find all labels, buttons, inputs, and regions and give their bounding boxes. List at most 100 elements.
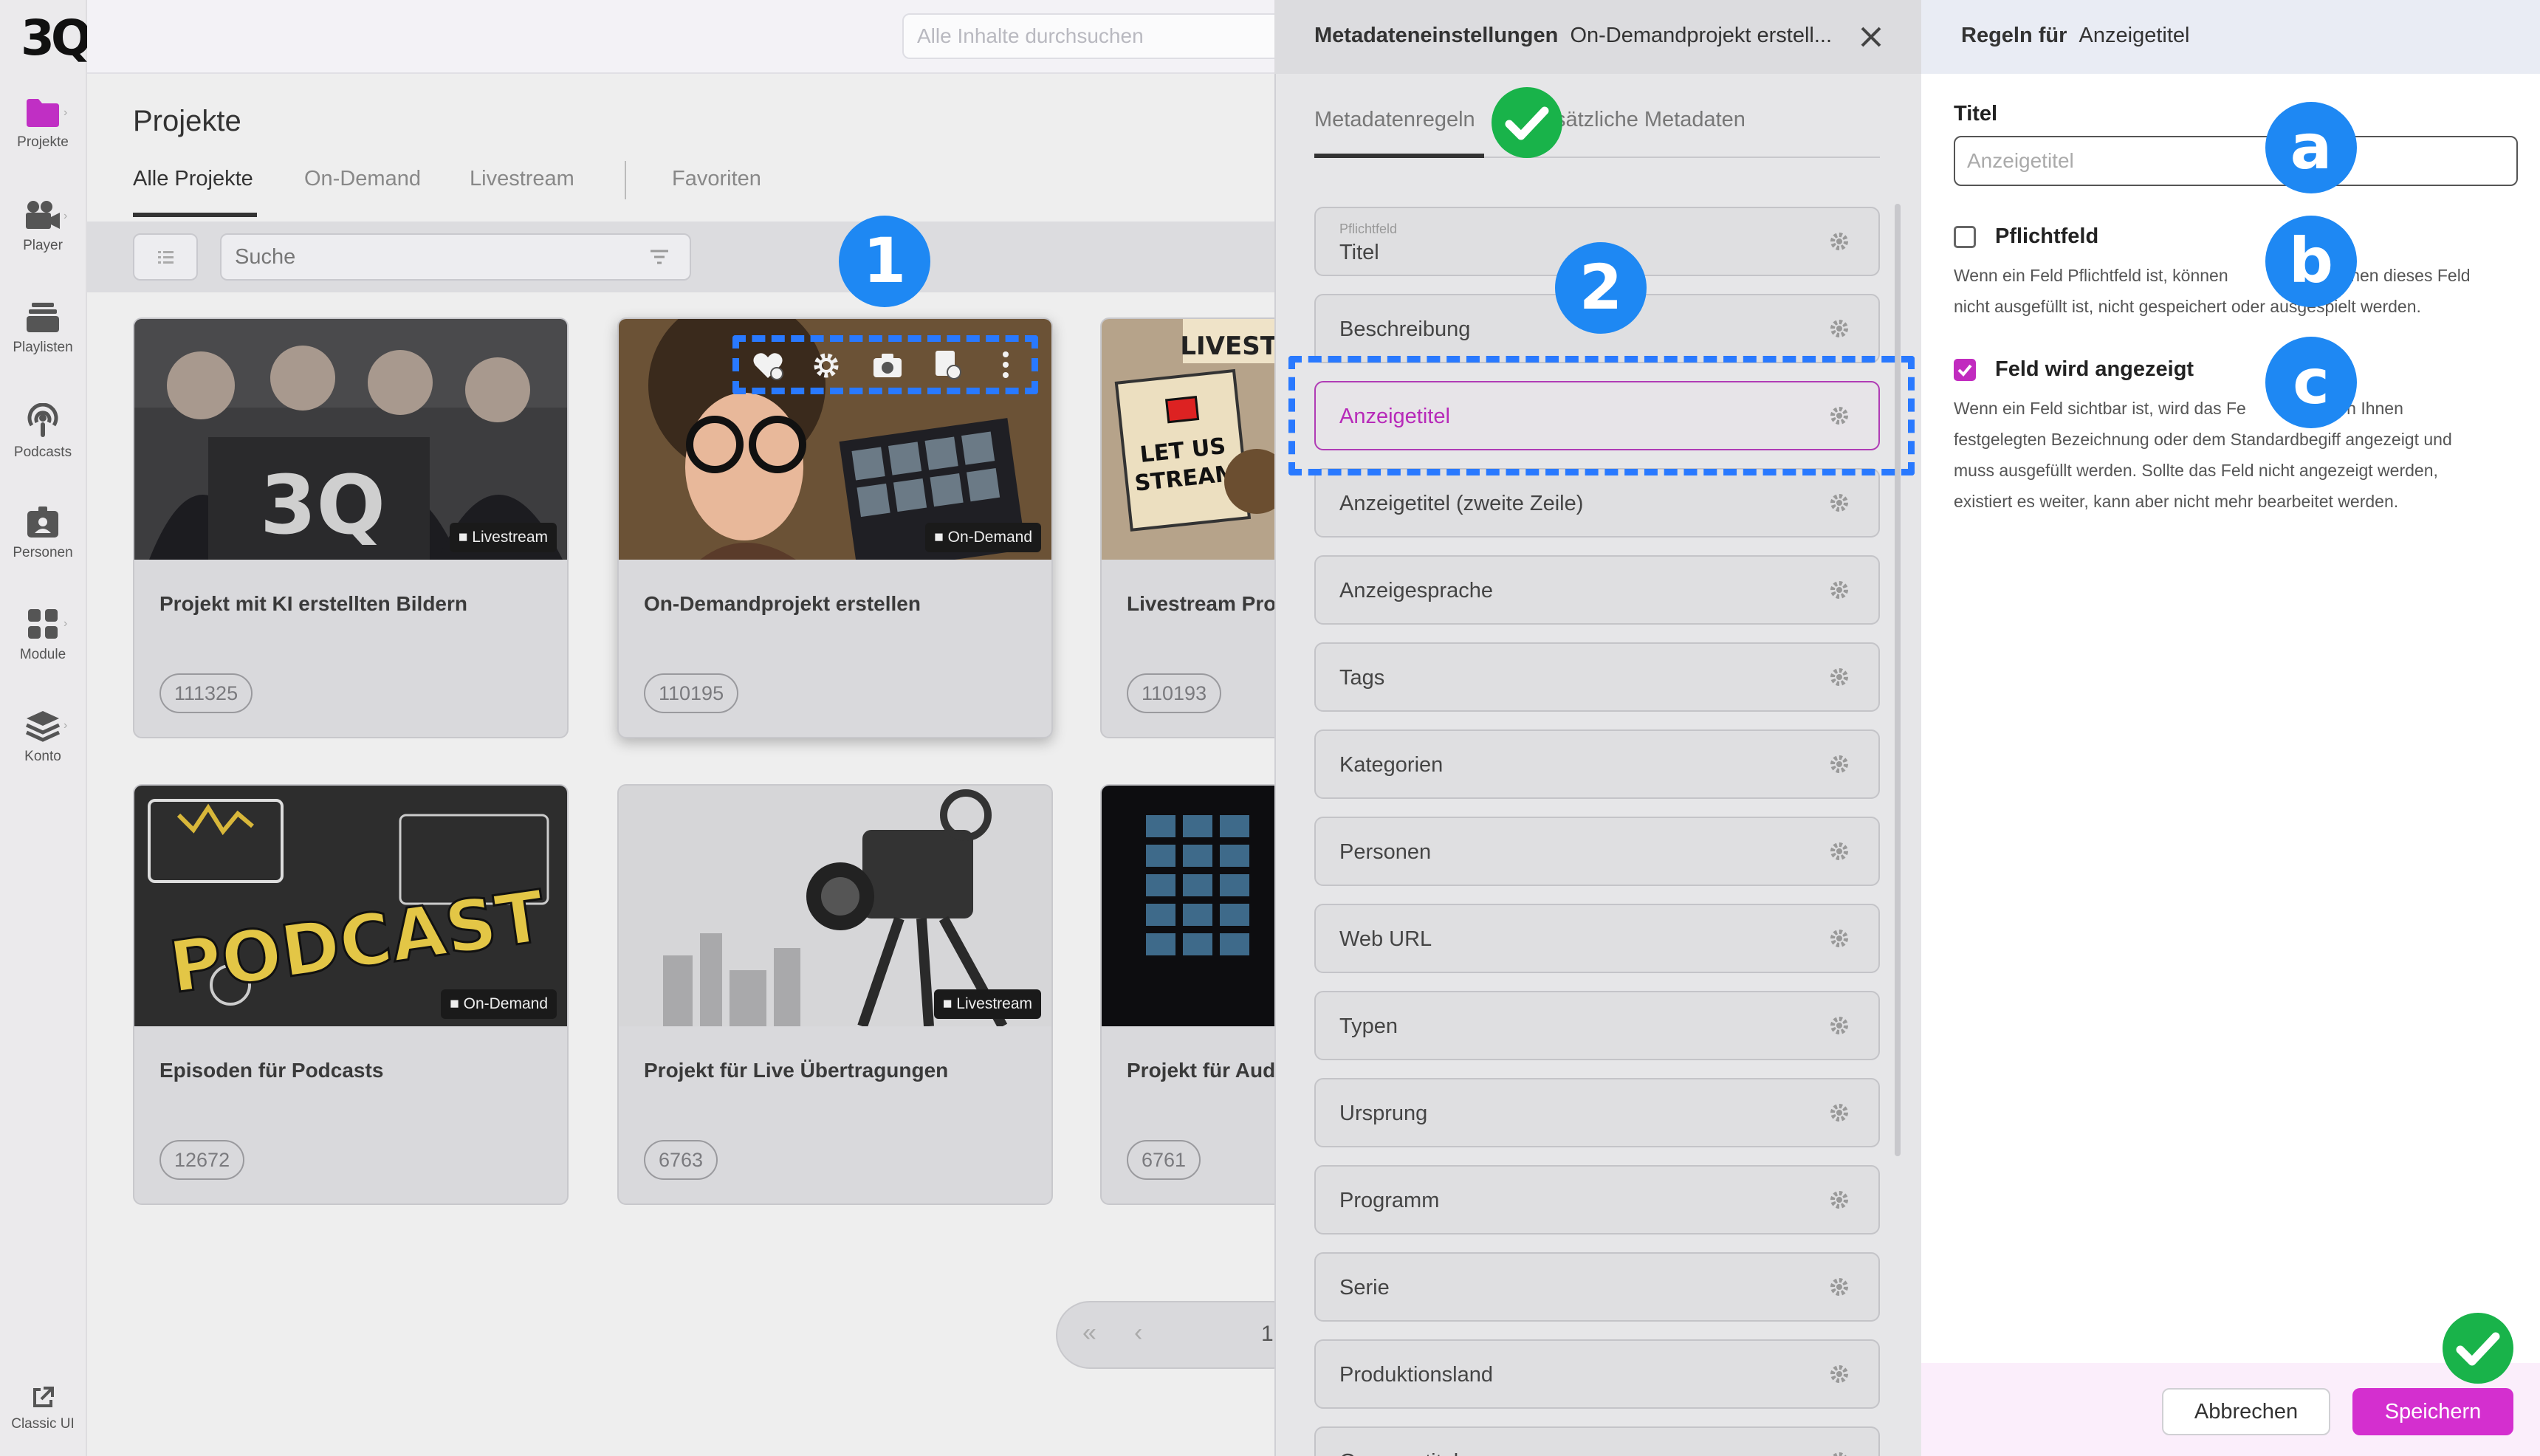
sidebar-item-podcasts[interactable]: Podcasts [0,403,86,461]
sidebar-item-label: Projekte [17,134,69,150]
display-title-input[interactable]: Anzeigetitel [1954,136,2518,186]
project-title: Projekt mit KI erstellten Bildern [159,592,467,615]
metadata-field-row[interactable]: Gesangstitel [1314,1426,1880,1456]
field-label: Anzeigesprache [1339,579,1493,602]
metadata-field-row[interactable]: Anzeigetitel (zweite Zeile) [1314,468,1880,538]
sidebar-item-label: Module [19,647,66,662]
gear-icon[interactable] [1828,1450,1850,1456]
gear-icon[interactable] [1828,1189,1850,1211]
metadata-field-row[interactable]: Personen [1314,817,1880,886]
filter-icon[interactable] [648,247,670,267]
tab-favoriten[interactable]: Favoriten [672,167,761,191]
list-icon [158,251,174,264]
required-hint: Pflichtfeld [1339,222,1398,236]
modules-icon [28,609,58,639]
field-rules-panel [1921,0,2540,1456]
person-badge-icon [27,506,58,538]
field-label: Tags [1339,666,1385,690]
thumbnail-logo-text: 3Q [260,458,385,552]
field-label: Titel [1339,241,1379,264]
folder-icon [27,99,59,127]
gear-icon[interactable] [1828,1014,1850,1037]
metadata-panel-title: Metadateneinstellungen On-Demandprojekt … [1314,24,1833,47]
sidebar-item-label: Playlisten [13,340,73,355]
metadata-field-row[interactable]: Kategorien [1314,729,1880,799]
chevron-right-icon: › [64,617,68,630]
metadata-field-row[interactable]: Tags [1314,642,1880,712]
metadata-field-row[interactable]: Ursprung [1314,1078,1880,1147]
checkmark-icon [1492,87,1562,158]
sidebar-item-konto[interactable]: › Konto [0,709,86,765]
gear-icon[interactable] [1828,230,1850,253]
sidebar-item-projekte[interactable]: › Projekte [0,96,86,151]
field-label: Ursprung [1339,1102,1428,1125]
tab-metadatenregeln[interactable]: Metadatenregeln [1314,108,1475,132]
brand-logo[interactable]: 3Q [21,9,92,68]
external-link-icon [33,1387,54,1407]
sidebar-item-personen[interactable]: Personen [0,505,86,561]
step-marker-2: 2 [1555,242,1647,334]
gear-icon[interactable] [1828,1363,1850,1385]
list-view-button[interactable] [133,233,198,281]
cancel-button[interactable]: Abbrechen [2162,1388,2330,1435]
save-button[interactable]: Speichern [2352,1388,2513,1435]
gear-icon[interactable] [1828,1276,1850,1298]
metadata-field-row[interactable]: Programm [1314,1165,1880,1234]
metadata-field-row[interactable]: Web URL [1314,904,1880,973]
metadata-field-row[interactable]: Typen [1314,991,1880,1060]
chevron-right-icon: › [64,719,68,732]
project-card[interactable]: 3Q ■ Livestream Projekt mit KI erstellte… [133,317,569,738]
gear-icon[interactable] [1828,1102,1850,1124]
step-marker-1: 1 [839,216,930,307]
sidebar-item-playlisten[interactable]: Playlisten [0,301,86,356]
metadata-field-row[interactable]: Produktionsland [1314,1339,1880,1409]
project-id-chip: 110195 [644,673,739,713]
page-title: Projekte [133,105,241,137]
project-search-input[interactable]: Suche [220,233,691,281]
field-label: Gesangstitel [1339,1450,1458,1456]
active-tab-indicator [1314,154,1484,158]
layers-icon [25,711,61,742]
gear-icon[interactable] [1828,492,1850,514]
gear-icon[interactable] [1828,927,1850,950]
gear-icon[interactable] [1828,317,1850,340]
gear-icon[interactable] [1828,579,1850,601]
project-type-badge: ■ Livestream [449,523,557,552]
gear-icon[interactable] [1828,840,1850,862]
visible-checkbox[interactable] [1954,359,1976,381]
field-label: Programm [1339,1189,1440,1212]
required-checkbox-label: Pflichtfeld [1995,224,2099,248]
required-checkbox[interactable] [1954,226,1976,248]
sidebar-item-module[interactable]: › Module [0,607,86,663]
metadata-field-row[interactable]: Anzeigesprache [1314,555,1880,625]
prev-page-button[interactable]: ‹ [1134,1319,1142,1347]
global-search-input[interactable]: Alle Inhalte durchsuchen [902,13,1286,59]
sidebar-item-label: Personen [13,545,73,560]
tab-zusaetzliche-metadaten[interactable]: sätzliche Metadaten [1555,108,1746,132]
project-title: Projekt für Live Übertragungen [644,1059,949,1082]
field-label: Web URL [1339,927,1432,951]
classic-ui-link[interactable]: Classic UI [0,1385,86,1432]
tab-on-demand[interactable]: On-Demand [304,167,421,191]
sidebar-item-player[interactable]: › Player [0,199,86,254]
classic-ui-label: Classic UI [11,1416,75,1432]
selected-field-highlight [1288,356,1915,475]
project-title: Episoden für Podcasts [159,1059,384,1082]
gear-icon[interactable] [1828,666,1850,688]
scrollbar[interactable] [1895,204,1901,1156]
gear-icon[interactable] [1828,753,1850,775]
metadata-field-row[interactable]: Serie [1314,1252,1880,1322]
project-title: On-Demandprojekt erstellen [644,592,921,615]
card-actions-highlight [732,335,1038,394]
project-card[interactable]: ■ Livestream Projekt für Live Übertragun… [617,784,1053,1205]
current-page[interactable]: 1 [1261,1322,1274,1347]
field-label: Produktionsland [1339,1363,1493,1387]
project-card[interactable]: PODCAST ■ On-Demand Episoden für Podcast… [133,784,569,1205]
video-camera-icon [26,201,60,229]
close-icon[interactable] [1856,22,1886,52]
tab-alle-projekte[interactable]: Alle Projekte [133,167,253,191]
first-page-button[interactable]: « [1082,1319,1096,1347]
project-id-chip: 111325 [159,673,253,713]
tab-livestream[interactable]: Livestream [470,167,574,191]
project-type-badge: ■ On-Demand [925,523,1041,552]
